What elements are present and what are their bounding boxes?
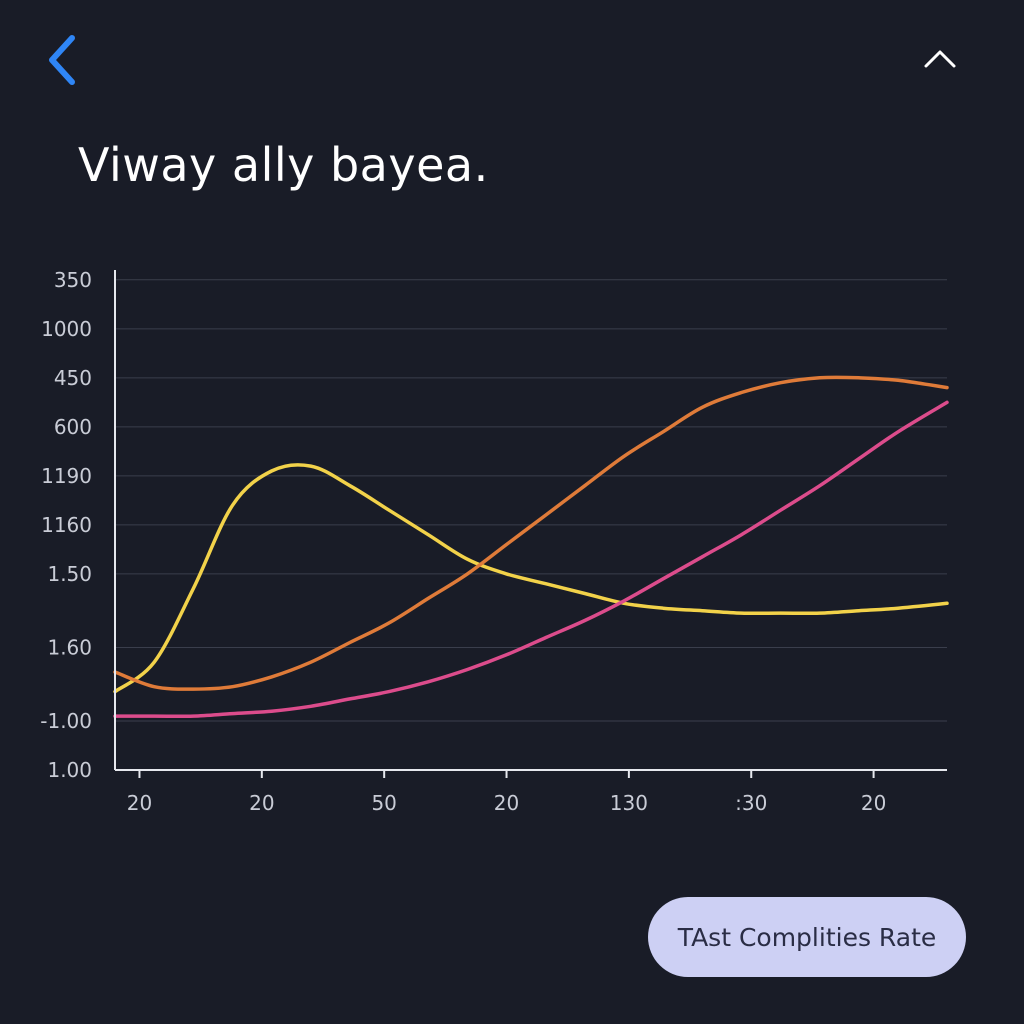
series-lines	[113, 375, 949, 719]
x-tick-label: :30	[735, 791, 767, 815]
y-tick-label: 1190	[41, 464, 92, 488]
series-line-1	[113, 463, 949, 694]
series-line-3	[113, 400, 949, 719]
y-tick-label: 450	[54, 366, 92, 390]
y-tick-label: 1.00	[47, 758, 92, 782]
grid-lines	[115, 279, 947, 722]
legend-series-label: TAst Complities Rate	[677, 922, 937, 952]
x-tick-label: 20	[494, 791, 519, 815]
x-tick-label: 20	[249, 791, 274, 815]
line-chart: 1.00 -1.00 1.60 1.50 1160 1190 600 450 1000 350 20…	[40, 268, 949, 815]
y-tick-label: 600	[54, 415, 92, 439]
x-tick-label: 20	[861, 791, 886, 815]
y-tick-label: 350	[54, 268, 92, 292]
tick-labels: 1.00 -1.00 1.60 1.50 1160 1190 600 450 1000 350 20…	[40, 268, 886, 815]
y-tick-label: 1000	[41, 317, 92, 341]
legend-series-button[interactable]: TAst Complities Rate	[648, 897, 966, 977]
x-tick-label: 50	[371, 791, 396, 815]
y-tick-label: -1.00	[40, 709, 92, 733]
x-tick-label: 20	[127, 791, 152, 815]
y-tick-label: 1.50	[47, 562, 92, 586]
y-tick-label: 1.60	[47, 635, 92, 659]
x-tick-label: 130	[610, 791, 648, 815]
y-tick-label: 1160	[41, 513, 92, 537]
